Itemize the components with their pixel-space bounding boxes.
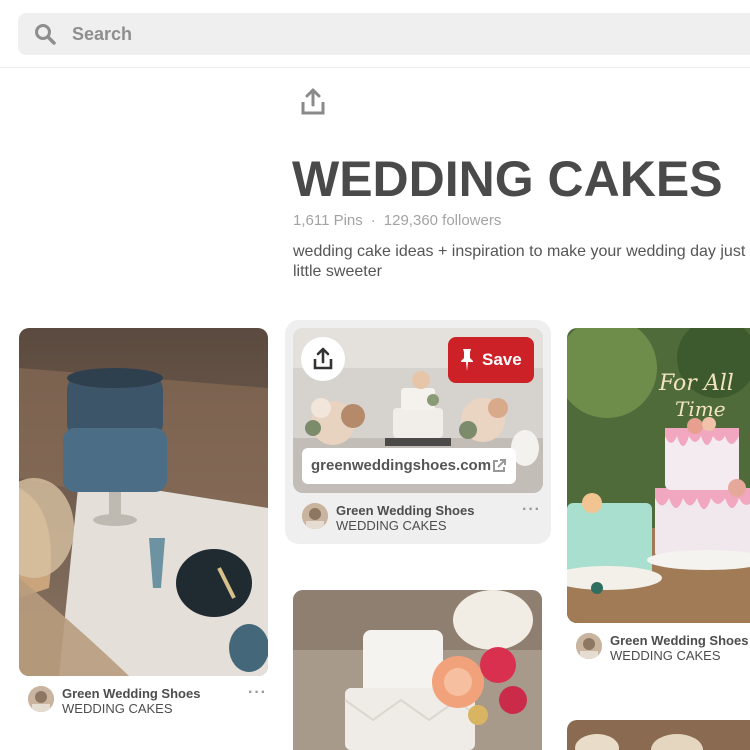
- save-button[interactable]: Save: [448, 337, 534, 383]
- pinner-name[interactable]: Green Wedding Shoes: [610, 633, 748, 648]
- search-icon: [35, 24, 56, 45]
- source-link[interactable]: greenweddingshoes.com: [302, 448, 516, 484]
- pinner-name[interactable]: Green Wedding Shoes: [62, 686, 200, 701]
- board-title: WEDDING CAKES: [292, 151, 723, 207]
- pin-meta-2: Green Wedding Shoes WEDDING CAKES ···: [302, 501, 542, 533]
- svg-text:Time: Time: [675, 397, 726, 421]
- save-button-label: Save: [482, 350, 522, 369]
- pin-meta-4: Green Wedding Shoes WEDDING CAKES: [576, 633, 750, 663]
- share-icon: [313, 347, 333, 370]
- pin-image-cookies[interactable]: [567, 720, 750, 750]
- search-bar[interactable]: Search: [18, 13, 750, 55]
- pin-count[interactable]: 1,611 Pins: [293, 212, 363, 229]
- pin-photo-white-cake: [293, 590, 542, 750]
- more-options-icon[interactable]: ···: [522, 501, 541, 519]
- source-link-text: greenweddingshoes.com: [311, 457, 492, 474]
- pin-image-blue-cake[interactable]: [19, 328, 268, 676]
- pin-meta-1: Green Wedding Shoes WEDDING CAKES ···: [28, 684, 268, 716]
- avatar[interactable]: [576, 633, 602, 659]
- share-icon[interactable]: [300, 88, 326, 116]
- more-options-icon[interactable]: ···: [248, 684, 267, 702]
- pin-board-name[interactable]: WEDDING CAKES: [62, 701, 173, 716]
- board-stats: 1,611 Pins · 129,360 followers: [293, 212, 501, 229]
- search-input[interactable]: Search: [72, 24, 132, 45]
- svg-text:For All: For All: [658, 371, 734, 396]
- pin-board-name[interactable]: WEDDING CAKES: [336, 518, 447, 533]
- pin-photo-blue-cake: [19, 328, 268, 676]
- avatar[interactable]: [302, 503, 328, 529]
- pin-icon: [461, 349, 473, 371]
- board-description: wedding cake ideas + inspiration to make…: [293, 243, 750, 280]
- pin-board-name[interactable]: WEDDING CAKES: [610, 648, 721, 663]
- stats-separator: ·: [370, 212, 376, 229]
- pin-photo-pink-drip-cake: For All Time: [567, 328, 750, 623]
- external-link-icon: [493, 459, 506, 472]
- pin-photo-cookies: [567, 720, 750, 750]
- top-bar: Search: [0, 0, 750, 68]
- avatar[interactable]: [28, 686, 54, 712]
- pin-image-white-cake[interactable]: [293, 590, 542, 750]
- pinner-name[interactable]: Green Wedding Shoes: [336, 503, 474, 518]
- follower-count[interactable]: 129,360 followers: [384, 212, 502, 229]
- pin-image-pink-drip-cake[interactable]: For All Time: [567, 328, 750, 623]
- share-button[interactable]: [301, 337, 345, 381]
